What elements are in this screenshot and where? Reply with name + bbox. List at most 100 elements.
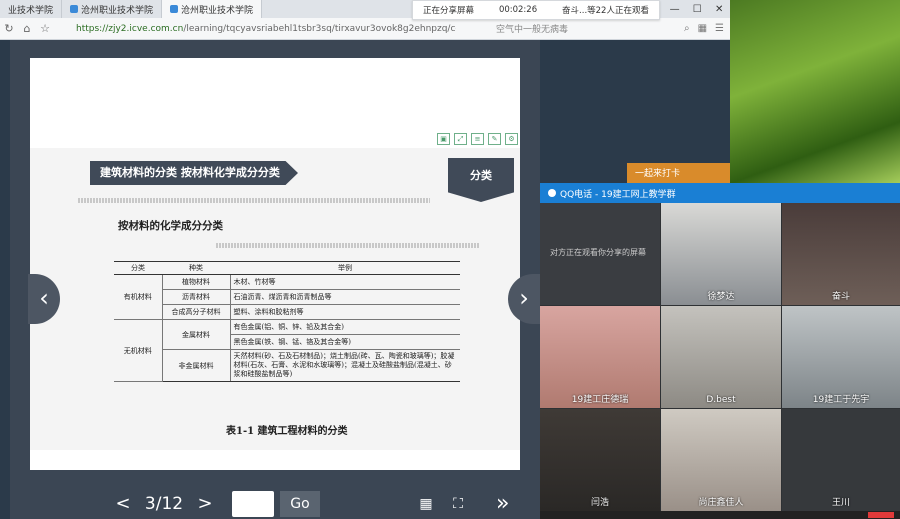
slide: 建筑材料的分类 按材料化学成分分类 分类 按材料的化学成分分类 分类 种类 举例… xyxy=(30,148,520,450)
star-icon[interactable]: ☆ xyxy=(36,22,54,35)
cell-example: 黑色金属(铁、钢、锰、铬及其合金等) xyxy=(229,334,460,350)
slide-title: 建筑材料的分类 按材料化学成分分类 xyxy=(90,161,298,185)
document-viewer: ▣ ⤢ ≡ ✎ ⚙ 建筑材料的分类 按材料化学成分分类 分类 按材料的化学成分分… xyxy=(10,40,540,519)
url-field[interactable]: https://zjy2.icve.com.cn/learning/tqcyav… xyxy=(76,24,456,34)
participant-tile[interactable]: 奋斗 xyxy=(782,203,900,305)
participant-tile[interactable]: 19建工庄德瑞 xyxy=(540,306,660,408)
page-indicator: 3/12 xyxy=(144,493,184,514)
tab-label: 沧州职业技术学院 xyxy=(181,5,254,16)
favicon-icon xyxy=(70,5,79,13)
participant-tile[interactable]: 尚庄鑫佳人 xyxy=(661,409,781,511)
toolbar-icons: ⌕ ▦ ☰ xyxy=(684,23,730,34)
participant-tile[interactable]: 王川 xyxy=(782,409,900,511)
url-host: https://zjy2.icve.com.cn xyxy=(76,23,184,34)
header-category: 分类 xyxy=(114,261,162,275)
qq-call-header: QQ电话 - 19建工网上教学群 xyxy=(540,183,900,203)
participant-tile[interactable]: 徐梦达 xyxy=(661,203,781,305)
browser-tab-active[interactable]: 沧州职业技术学院 xyxy=(162,0,263,18)
desktop-gap xyxy=(540,40,730,183)
desktop-widget[interactable]: 一起来打卡 xyxy=(627,163,730,185)
qq-call-window: QQ电话 - 19建工网上教学群 对方正在观看你分享的屏幕 徐梦达 奋斗 19建… xyxy=(540,183,900,519)
participant-tile[interactable]: D.best xyxy=(661,306,781,408)
classification-table: 分类 种类 举例 有机材料 植物材料 木材、竹材等 沥青材料 石油沥青、煤沥青和… xyxy=(114,261,460,382)
table-row: 无机材料 金属材料 有色金属(铝、铜、锌、铅及其合金) xyxy=(114,319,460,382)
cell-example: 木材、竹材等 xyxy=(229,274,460,290)
share-timer: 00:02:26 xyxy=(498,5,538,15)
menu-icon[interactable]: ☰ xyxy=(715,23,724,34)
participant-name: 尚庄鑫佳人 xyxy=(698,498,744,508)
desktop-wallpaper xyxy=(730,0,900,183)
participant-name: 19建工庄德瑞 xyxy=(571,395,629,405)
participant-tile[interactable]: 闫浩 xyxy=(540,409,660,511)
pager-bar: < 3/12 > Go ▦ ⛶ » xyxy=(10,488,540,519)
section-title: 按材料的化学成分分类 xyxy=(118,220,223,232)
table-header: 分类 种类 举例 xyxy=(114,261,460,275)
header-type: 种类 xyxy=(162,261,230,275)
browser-tab[interactable]: 业技术学院 xyxy=(0,0,63,18)
participant-name: 奋斗 xyxy=(831,292,850,302)
qq-call-toolbar xyxy=(540,511,900,519)
header-example: 举例 xyxy=(230,261,460,275)
browser-tab[interactable]: 沧州职业技术学院 xyxy=(62,0,163,18)
next-page-button[interactable]: > xyxy=(190,493,220,514)
url-path: /learning/tqcyavsriabehl1tsbr3sq/tirxavu… xyxy=(183,23,456,34)
share-note: 对方正在观看你分享的屏幕 xyxy=(550,248,646,257)
slide-tag: 分类 xyxy=(448,158,514,202)
minimize-button[interactable]: — xyxy=(670,4,680,15)
go-button[interactable]: Go xyxy=(280,490,320,517)
participant-tile[interactable]: 对方正在观看你分享的屏幕 xyxy=(540,203,660,305)
search-icon[interactable]: ⌕ xyxy=(684,23,690,34)
hangup-button[interactable] xyxy=(868,512,894,518)
cell-category: 无机材料 xyxy=(114,319,162,382)
close-button[interactable]: ✕ xyxy=(715,4,723,15)
document-page: ▣ ⤢ ≡ ✎ ⚙ 建筑材料的分类 按材料化学成分分类 分类 按材料的化学成分分… xyxy=(30,58,520,470)
participant-name: 王川 xyxy=(831,498,850,508)
table-row: 沥青材料 石油沥青、煤沥青和沥青制品等 xyxy=(114,289,460,305)
participant-name: 19建工于先宇 xyxy=(812,395,870,405)
list-icon[interactable]: ≡ xyxy=(471,133,484,145)
cell-type: 沥青材料 xyxy=(161,289,230,305)
share-status: 正在分享屏幕 xyxy=(423,6,475,16)
participant-tile[interactable]: 19建工于先宇 xyxy=(782,306,900,408)
viewer-count: 奋斗...等22人正在观看 xyxy=(562,6,649,16)
favicon-icon xyxy=(170,5,179,13)
dotted-divider xyxy=(78,198,430,203)
qq-call-title: QQ电话 - 19建工网上教学群 xyxy=(560,189,676,200)
fit-icon[interactable]: ▣ xyxy=(437,133,450,145)
page-number-input[interactable] xyxy=(232,490,274,517)
table-row: 有机材料 植物材料 木材、竹材等 xyxy=(114,274,460,320)
screen-share-bar: 正在分享屏幕 00:02:26 奋斗...等22人正在观看 xyxy=(412,0,660,20)
tab-label: 业技术学院 xyxy=(8,5,54,16)
cell-type: 合成高分子材料 xyxy=(161,304,230,320)
expand-icon[interactable]: ⤢ xyxy=(454,133,467,145)
qq-logo-icon xyxy=(548,189,556,197)
last-page-button[interactable]: » xyxy=(496,491,509,516)
window-controls: — ☐ ✕ xyxy=(663,0,730,18)
cell-example: 塑料、涂料和胶粘剂等 xyxy=(229,304,460,320)
cell-example: 天然材料(砂、石及石材制品)；烧土制品(砖、瓦、陶瓷和玻璃等)；胶凝材料(石灰、… xyxy=(229,349,460,382)
prev-page-button[interactable]: < xyxy=(108,493,138,514)
search-hint[interactable]: 空气中一般无病毒 xyxy=(496,22,568,35)
address-bar: ↻ ⌂ ☆ https://zjy2.icve.com.cn/learning/… xyxy=(0,18,730,40)
cell-type: 非金属材料 xyxy=(161,349,230,382)
table-row: 非金属材料 天然材料(砂、石及石材制品)；烧土制品(砖、瓦、陶瓷和玻璃等)；胶凝… xyxy=(114,349,460,382)
reload-icon[interactable]: ↻ xyxy=(0,22,18,35)
table-row: 合成高分子材料 塑料、涂料和胶粘剂等 xyxy=(114,304,460,320)
table-caption: 表1-1 建筑工程材料的分类 xyxy=(226,426,348,437)
cell-example: 石油沥青、煤沥青和沥青制品等 xyxy=(229,289,460,305)
dotted-divider xyxy=(216,243,480,248)
grid-view-icon[interactable]: ▦ xyxy=(416,494,436,514)
maximize-button[interactable]: ☐ xyxy=(693,4,702,15)
participant-name: 徐梦达 xyxy=(707,292,735,302)
extension-icon[interactable]: ▦ xyxy=(698,23,707,34)
edit-icon[interactable]: ✎ xyxy=(488,133,501,145)
participant-name: 闫浩 xyxy=(590,498,609,508)
cell-type: 金属材料 xyxy=(161,319,230,350)
page-toolbar: ▣ ⤢ ≡ ✎ ⚙ xyxy=(437,133,518,145)
cell-type: 植物材料 xyxy=(161,274,230,290)
home-icon[interactable]: ⌂ xyxy=(18,22,36,35)
settings-icon[interactable]: ⚙ xyxy=(505,133,518,145)
fullscreen-icon[interactable]: ⛶ xyxy=(448,494,468,514)
tab-label: 沧州职业技术学院 xyxy=(81,5,154,16)
cell-category: 有机材料 xyxy=(114,274,162,320)
